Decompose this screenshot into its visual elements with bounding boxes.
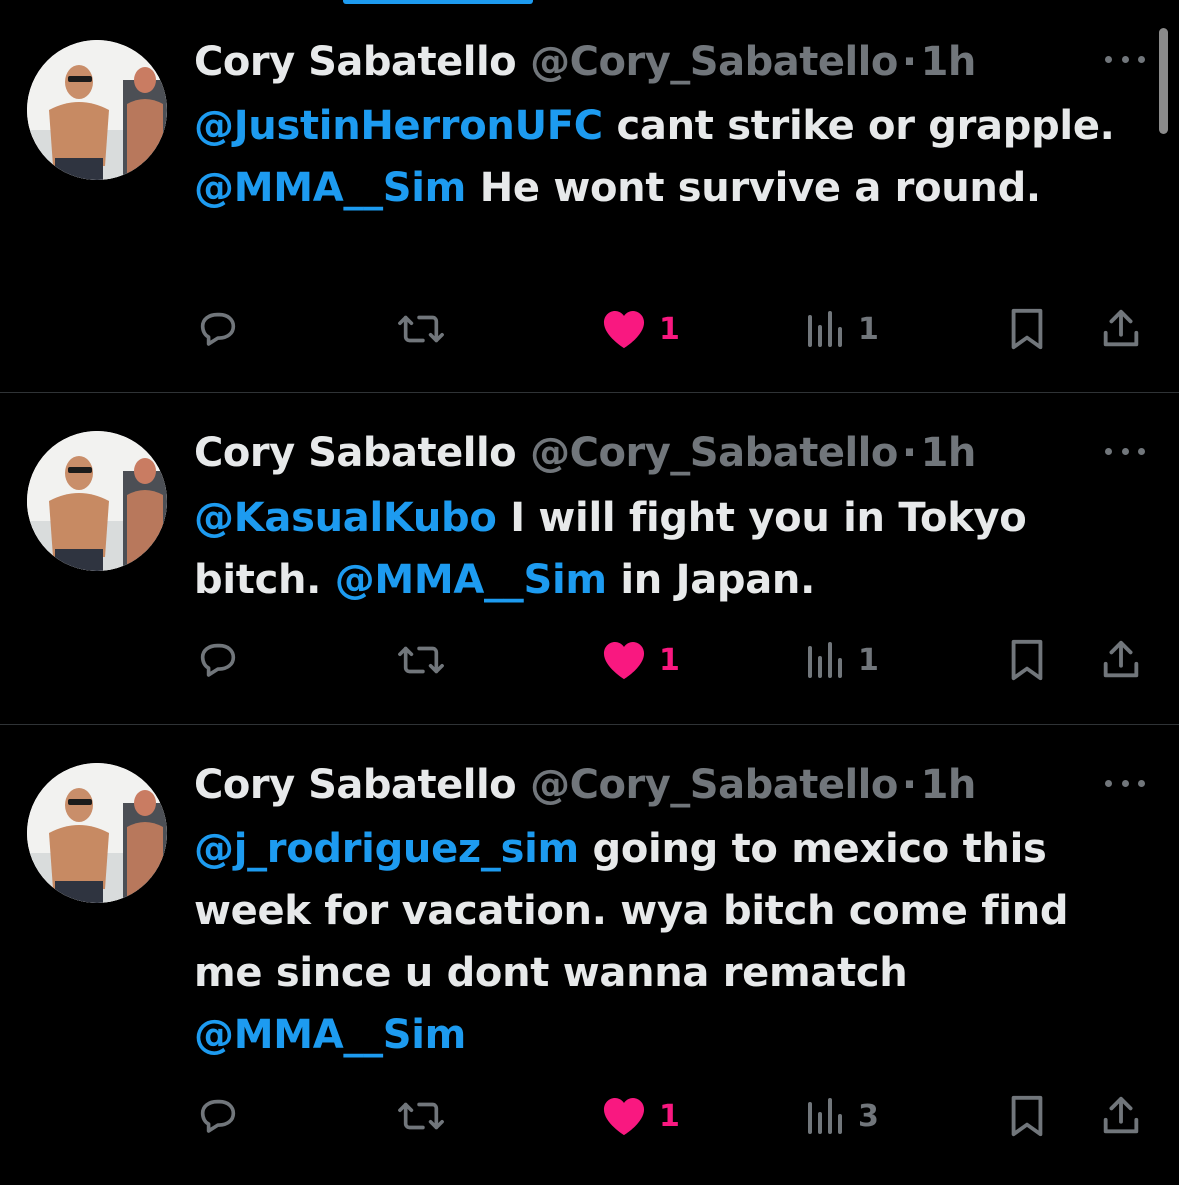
heart-icon <box>603 1098 645 1136</box>
view-count: 1 <box>858 311 879 347</box>
timestamp[interactable]: 1h <box>921 762 977 808</box>
text-segment: cant strike or grapple. <box>602 103 1115 149</box>
author-handle[interactable]: @Cory_Sabatello <box>530 430 898 476</box>
avatar[interactable] <box>27 40 167 180</box>
retweet-icon <box>398 315 444 343</box>
share-icon <box>1103 1096 1139 1134</box>
separator-dot: · <box>901 39 917 85</box>
bookmark-icon <box>1011 308 1043 350</box>
more-options-icon[interactable] <box>1103 44 1147 74</box>
reply-button[interactable] <box>195 635 241 685</box>
retweet-button[interactable] <box>395 1091 447 1141</box>
bookmark-icon <box>1011 1095 1043 1137</box>
mention-link[interactable]: @MMA__Sim <box>335 557 607 603</box>
views-button[interactable]: 1 <box>806 635 879 685</box>
reply-icon <box>200 643 236 677</box>
author-name[interactable]: Cory Sabatello <box>194 762 517 808</box>
reply-button[interactable] <box>195 304 241 354</box>
tweet-text: @j_rodriguez_sim going to mexico this we… <box>194 818 1134 1066</box>
more-options-icon[interactable] <box>1103 436 1147 466</box>
bookmark-button[interactable] <box>1007 1091 1047 1141</box>
tweet-actions: 1 1 <box>0 635 1179 685</box>
like-button[interactable]: 1 <box>601 304 680 354</box>
share-button[interactable] <box>1098 304 1144 354</box>
timestamp[interactable]: 1h <box>921 430 977 476</box>
heart-icon <box>603 642 645 680</box>
timestamp[interactable]: 1h <box>921 39 977 85</box>
view-count: 3 <box>858 1098 879 1134</box>
views-button[interactable]: 1 <box>806 304 879 354</box>
retweet-button[interactable] <box>395 635 447 685</box>
avatar[interactable] <box>27 763 167 903</box>
author-handle[interactable]: @Cory_Sabatello <box>530 39 898 85</box>
tweet-header: Cory Sabatello @Cory_Sabatello · 1h <box>194 755 976 815</box>
tweet[interactable]: Cory Sabatello @Cory_Sabatello · 1h @j_rodr… <box>0 725 1179 1185</box>
like-button[interactable]: 1 <box>601 1091 680 1141</box>
mention-link[interactable]: @j_rodriguez_sim <box>194 826 579 872</box>
author-name[interactable]: Cory Sabatello <box>194 430 517 476</box>
views-icon <box>808 642 842 678</box>
mention-link[interactable]: @KasualKubo <box>194 495 497 541</box>
separator-dot: · <box>901 762 917 808</box>
views-icon <box>808 311 842 347</box>
tweet[interactable]: Cory Sabatello @Cory_Sabatello · 1h @Justin… <box>0 0 1179 393</box>
like-count: 1 <box>659 311 680 347</box>
tweet-text: @KasualKubo I will fight you in Tokyo bi… <box>194 487 1134 611</box>
tweet-actions: 1 1 <box>0 304 1179 354</box>
text-segment: in Japan. <box>606 557 815 603</box>
more-options-icon[interactable] <box>1103 768 1147 798</box>
avatar[interactable] <box>27 431 167 571</box>
views-icon <box>808 1098 842 1134</box>
mention-link[interactable]: @JustinHerronUFC <box>194 103 603 149</box>
like-button[interactable]: 1 <box>601 635 680 685</box>
share-button[interactable] <box>1098 1091 1144 1141</box>
tweet[interactable]: Cory Sabatello @Cory_Sabatello · 1h @Kasual… <box>0 393 1179 725</box>
text-segment: He wont survive a round. <box>466 165 1041 211</box>
tweet-text: @JustinHerronUFC cant strike or grapple.… <box>194 95 1134 219</box>
heart-icon <box>603 311 645 349</box>
tweet-header: Cory Sabatello @Cory_Sabatello · 1h <box>194 32 976 92</box>
mention-link[interactable]: @MMA__Sim <box>194 165 466 211</box>
author-handle[interactable]: @Cory_Sabatello <box>530 762 898 808</box>
share-button[interactable] <box>1098 635 1144 685</box>
tweet-actions: 1 3 <box>0 1091 1179 1141</box>
retweet-button[interactable] <box>395 304 447 354</box>
bookmark-icon <box>1011 639 1043 681</box>
reply-icon <box>200 312 236 346</box>
bookmark-button[interactable] <box>1007 304 1047 354</box>
like-count: 1 <box>659 1098 680 1134</box>
reply-icon <box>200 1099 236 1133</box>
reply-button[interactable] <box>195 1091 241 1141</box>
views-button[interactable]: 3 <box>806 1091 879 1141</box>
share-icon <box>1103 309 1139 347</box>
author-name[interactable]: Cory Sabatello <box>194 39 517 85</box>
like-count: 1 <box>659 642 680 678</box>
tweet-header: Cory Sabatello @Cory_Sabatello · 1h <box>194 423 976 483</box>
bookmark-button[interactable] <box>1007 635 1047 685</box>
share-icon <box>1103 640 1139 678</box>
separator-dot: · <box>901 430 917 476</box>
retweet-icon <box>398 1102 444 1130</box>
mention-link[interactable]: @MMA__Sim <box>194 1012 466 1058</box>
retweet-icon <box>398 646 444 674</box>
view-count: 1 <box>858 642 879 678</box>
